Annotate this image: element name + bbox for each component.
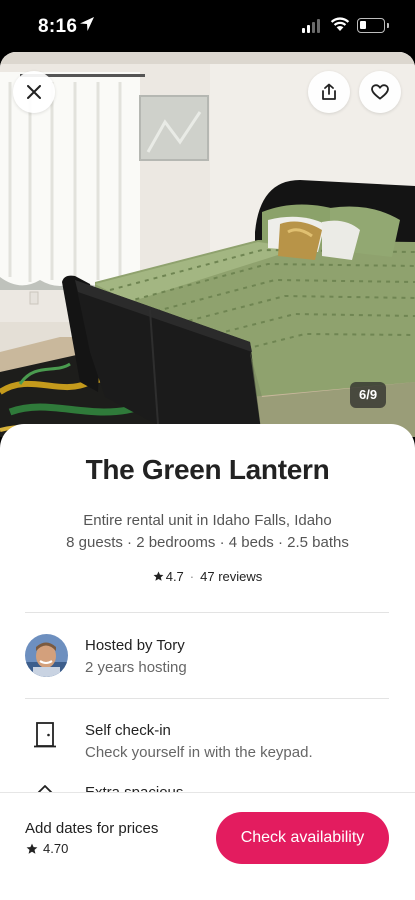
host-avatar-image xyxy=(25,634,68,677)
status-bar: 8:16 xyxy=(0,0,415,52)
footer-rating: 4.70 xyxy=(26,841,68,856)
close-button[interactable] xyxy=(13,71,55,113)
reviews-link[interactable]: 47 reviews xyxy=(200,569,262,584)
rating-value: 4.7 xyxy=(153,569,184,584)
location-arrow-icon xyxy=(80,17,94,31)
divider xyxy=(25,698,389,699)
cellular-signal-icon xyxy=(302,19,320,33)
wifi-icon xyxy=(330,17,350,31)
heart-icon xyxy=(371,84,389,100)
footer-rating-value: 4.70 xyxy=(43,841,69,856)
booking-footer: Add dates for prices 4.70 Check availabi… xyxy=(0,792,415,900)
share-button[interactable] xyxy=(308,71,350,113)
battery-icon xyxy=(357,18,389,33)
divider xyxy=(25,612,389,613)
amenity-title: Self check-in xyxy=(85,722,171,739)
door-icon xyxy=(34,722,56,748)
listing-title: The Green Lantern xyxy=(85,454,330,485)
photo-counter: 6/9 xyxy=(350,382,387,408)
rating-row: 4.7 · 47 reviews xyxy=(0,569,415,584)
rating-separator: · xyxy=(189,569,195,584)
host-name: Hosted by Tory xyxy=(85,637,185,654)
share-icon xyxy=(322,83,336,100)
star-icon xyxy=(153,571,164,581)
listing-details: 8 guests · 2 bedrooms · 4 beds · 2.5 bat… xyxy=(66,534,349,551)
status-time: 8:16 xyxy=(38,16,78,37)
host-years: 2 years hosting xyxy=(85,659,187,676)
close-icon xyxy=(27,85,41,99)
host-section[interactable]: Hosted by Tory 2 years hosting xyxy=(25,632,389,678)
rating-number: 4.7 xyxy=(165,569,184,584)
amenity-self-check-in: Self check-in Check yourself in with the… xyxy=(25,722,389,768)
save-to-wishlist-button[interactable] xyxy=(359,71,401,113)
listing-subtitle: Entire rental unit in Idaho Falls, Idaho xyxy=(83,512,332,529)
check-availability-button[interactable]: Check availability xyxy=(216,812,389,864)
amenity-description: Check yourself in with the keypad. xyxy=(85,744,313,761)
bedroom-photo xyxy=(0,52,415,437)
listing-photo[interactable] xyxy=(0,52,415,437)
add-dates-label[interactable]: Add dates for prices xyxy=(25,820,158,837)
host-avatar[interactable] xyxy=(25,634,68,677)
star-icon xyxy=(26,843,38,854)
